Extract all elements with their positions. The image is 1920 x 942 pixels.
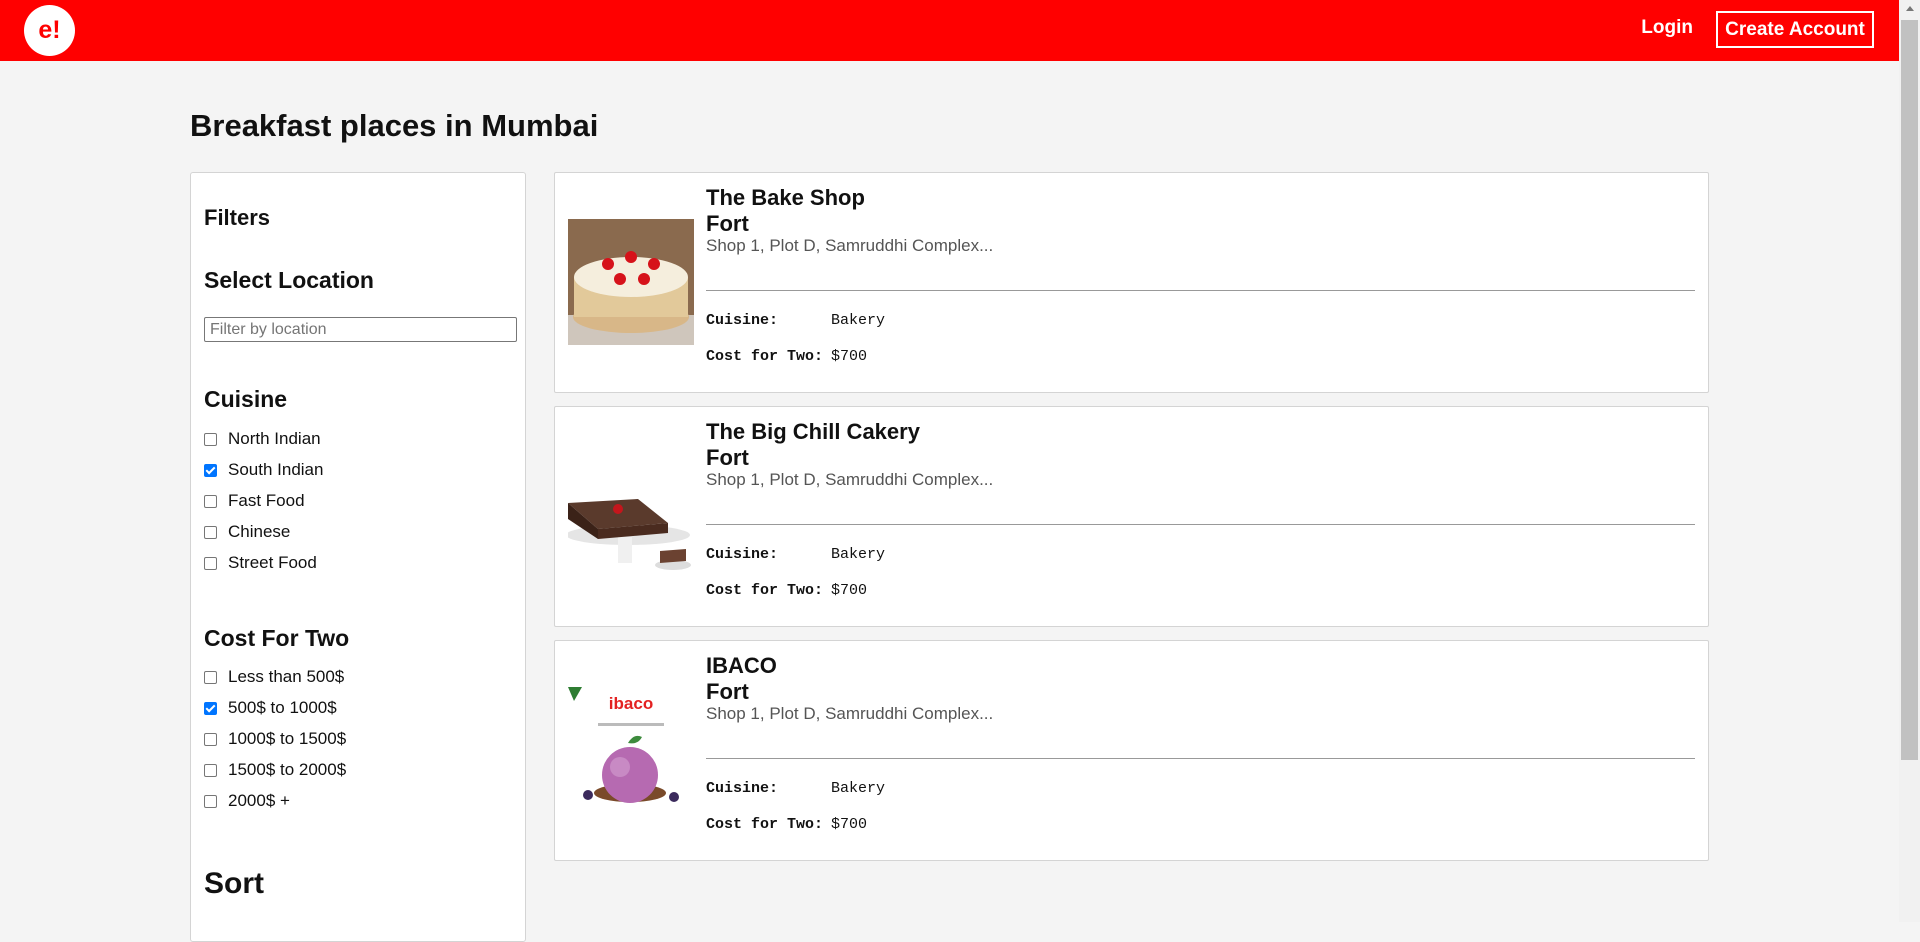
cuisine-value: Bakery bbox=[831, 312, 886, 329]
top-navbar: e! Login Create Account bbox=[0, 0, 1899, 61]
restaurant-card[interactable]: The Bake Shop Fort Shop 1, Plot D, Samru… bbox=[554, 172, 1709, 393]
restaurant-name[interactable]: The Bake Shop bbox=[706, 185, 865, 211]
ibaco-image: ibaco bbox=[568, 687, 694, 813]
page-title: Breakfast places in Mumbai bbox=[190, 108, 599, 143]
option-label: North Indian bbox=[228, 429, 321, 448]
logo[interactable]: e! bbox=[24, 5, 75, 56]
checkbox[interactable] bbox=[204, 525, 217, 539]
cost-option-1500-2000[interactable]: 1500$ to 2000$ bbox=[204, 760, 346, 780]
option-label: 1000$ to 1500$ bbox=[228, 729, 347, 748]
cost-heading: Cost For Two bbox=[204, 625, 350, 651]
restaurant-card[interactable]: ibaco IBACO Fort Shop 1, Plot D, Samrudd… bbox=[554, 640, 1709, 861]
restaurant-name[interactable]: The Big Chill Cakery bbox=[706, 419, 920, 445]
filters-title: Filters bbox=[204, 205, 271, 230]
option-label: Less than 500$ bbox=[228, 667, 345, 686]
filters-panel: Filters Select Location Cuisine North In… bbox=[190, 172, 526, 942]
cost-value: $700 bbox=[831, 816, 868, 833]
checkbox[interactable] bbox=[204, 794, 217, 808]
option-label: Chinese bbox=[228, 522, 291, 541]
cuisine-option-chinese[interactable]: Chinese bbox=[204, 522, 290, 542]
cuisine-label: Cuisine: bbox=[706, 780, 779, 797]
checkbox[interactable] bbox=[204, 670, 217, 684]
restaurant-locality: Fort bbox=[706, 211, 749, 236]
cuisine-option-south-indian[interactable]: South Indian bbox=[204, 460, 323, 480]
scroll-up-arrow-icon[interactable] bbox=[1906, 6, 1914, 11]
restaurant-name[interactable]: IBACO bbox=[706, 653, 777, 679]
cost-option-2000-plus[interactable]: 2000$ + bbox=[204, 791, 290, 811]
location-heading: Select Location bbox=[204, 267, 374, 293]
cuisine-label: Cuisine: bbox=[706, 312, 779, 329]
scrollbar-thumb[interactable] bbox=[1901, 20, 1918, 760]
restaurant-address: Shop 1, Plot D, Samruddhi Complex... bbox=[706, 470, 994, 489]
option-label: 500$ to 1000$ bbox=[228, 698, 337, 717]
divider bbox=[706, 758, 1695, 759]
cuisine-label: Cuisine: bbox=[706, 546, 779, 563]
checkbox[interactable] bbox=[204, 732, 217, 746]
restaurant-address: Shop 1, Plot D, Samruddhi Complex... bbox=[706, 704, 994, 723]
option-label: Fast Food bbox=[228, 491, 305, 510]
option-label: South Indian bbox=[228, 460, 324, 479]
divider bbox=[706, 290, 1695, 291]
checkbox[interactable] bbox=[204, 463, 217, 477]
cuisine-option-street-food[interactable]: Street Food bbox=[204, 553, 317, 573]
sort-heading: Sort bbox=[204, 867, 264, 900]
create-account-button[interactable]: Create Account bbox=[1716, 11, 1874, 48]
ibaco-logo-text: ibaco bbox=[609, 694, 653, 713]
restaurant-locality: Fort bbox=[706, 679, 749, 704]
login-link[interactable]: Login bbox=[1641, 17, 1693, 39]
checkbox[interactable] bbox=[204, 432, 217, 446]
checkbox[interactable] bbox=[204, 701, 217, 715]
cuisine-option-fast-food[interactable]: Fast Food bbox=[204, 491, 305, 511]
cuisine-option-north-indian[interactable]: North Indian bbox=[204, 429, 321, 449]
checkbox[interactable] bbox=[204, 556, 217, 570]
option-label: 2000$ + bbox=[228, 791, 290, 810]
option-label: Street Food bbox=[228, 553, 317, 572]
location-filter-input[interactable] bbox=[204, 317, 517, 342]
cost-value: $700 bbox=[831, 348, 868, 365]
cake-image bbox=[568, 453, 694, 579]
restaurant-address: Shop 1, Plot D, Samruddhi Complex... bbox=[706, 236, 994, 255]
cake-image bbox=[568, 219, 694, 345]
cost-option-less-500[interactable]: Less than 500$ bbox=[204, 667, 344, 687]
scrollbar[interactable] bbox=[1899, 0, 1920, 922]
checkbox[interactable] bbox=[204, 494, 217, 508]
checkbox[interactable] bbox=[204, 763, 217, 777]
cost-option-1000-1500[interactable]: 1000$ to 1500$ bbox=[204, 729, 346, 749]
option-label: 1500$ to 2000$ bbox=[228, 760, 347, 779]
cost-label: Cost for Two: bbox=[706, 348, 824, 365]
cost-value: $700 bbox=[831, 582, 868, 599]
restaurant-card[interactable]: The Big Chill Cakery Fort Shop 1, Plot D… bbox=[554, 406, 1709, 627]
cuisine-value: Bakery bbox=[831, 780, 886, 797]
cuisine-heading: Cuisine bbox=[204, 386, 288, 412]
cost-label: Cost for Two: bbox=[706, 582, 824, 599]
restaurant-locality: Fort bbox=[706, 445, 749, 470]
cost-option-500-1000[interactable]: 500$ to 1000$ bbox=[204, 698, 337, 718]
cuisine-value: Bakery bbox=[831, 546, 886, 563]
divider bbox=[706, 524, 1695, 525]
cost-label: Cost for Two: bbox=[706, 816, 824, 833]
